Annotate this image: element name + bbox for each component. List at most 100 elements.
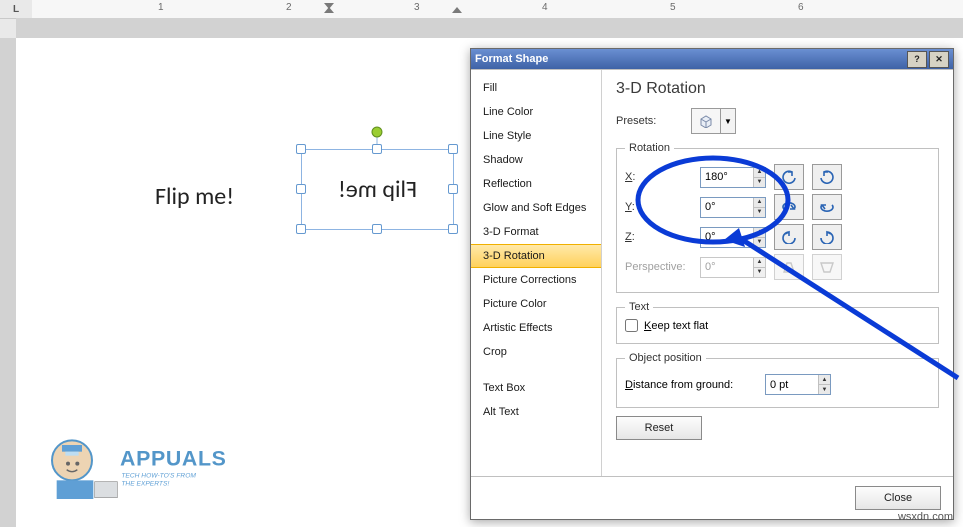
format-shape-dialog: Format Shape ? ✕ FillLine ColorLine Styl… [470,48,954,520]
resize-handle-ne[interactable] [448,144,458,154]
nav-item-artistic-effects[interactable]: Artistic Effects [471,316,601,340]
spinner-up[interactable]: ▲ [754,198,765,208]
rotation-y-input[interactable] [701,198,753,217]
distance-spinner[interactable]: ▲▼ [765,374,831,395]
rotate-x-right-button[interactable] [812,164,842,190]
indent-marker-right[interactable] [452,7,462,13]
resize-handle-sw[interactable] [296,224,306,234]
perspective-input [701,258,753,277]
source-note: wsxdn.com [898,511,953,523]
object-position-legend: Object position [625,352,706,364]
spinner-down[interactable]: ▼ [754,178,765,187]
object-position-group: Object position Distance from ground: ▲▼ [616,352,939,408]
nav-item-text-box[interactable]: Text Box [471,376,601,400]
spinner-up[interactable]: ▲ [754,168,765,178]
ruler-tick-label: 3 [414,2,420,13]
rotate-right-icon [819,170,835,184]
rotation-panel: 3-D Rotation Presets: ▼ Rotation X: [602,70,953,476]
rotate-z-ccw-button[interactable] [774,224,804,250]
nav-item-shadow[interactable]: Shadow [471,148,601,172]
vertical-gutter [0,38,16,527]
rotate-down-icon [819,200,835,214]
nav-item-fill[interactable]: Fill [471,76,601,100]
rotation-y-spinner[interactable]: ▲▼ [700,197,766,218]
perspective-label: Perspective: [625,261,700,273]
spinner-down[interactable]: ▼ [819,385,830,394]
reset-button[interactable]: Reset [616,416,702,440]
dialog-title: Format Shape [475,53,548,65]
perspective-wide-icon [819,260,835,274]
cube-icon [698,114,714,128]
rotation-handle[interactable] [372,127,383,138]
rotate-z-cw-button[interactable] [812,224,842,250]
spinner-down[interactable]: ▼ [754,208,765,217]
ruler-tick-label: 6 [798,2,804,13]
distance-label: Distance from ground: [625,379,765,391]
vertical-ruler-stub[interactable] [0,18,17,39]
ruler-tick-label: 4 [542,2,548,13]
nav-item-line-style[interactable]: Line Style [471,124,601,148]
resize-handle-s[interactable] [372,224,382,234]
perspective-wide-button [812,254,842,280]
resize-handle-nw[interactable] [296,144,306,154]
resize-handle-n[interactable] [372,144,382,154]
rotation-x-label: X: [625,171,700,183]
text-legend: Text [625,301,653,313]
indent-marker-left[interactable] [324,7,334,13]
rotation-group: Rotation X: ▲▼ Y: [616,142,939,293]
nav-item-glow-and-soft-edges[interactable]: Glow and Soft Edges [471,196,601,220]
dialog-nav: FillLine ColorLine StyleShadowReflection… [471,70,602,476]
text-group: Text Keep text flat [616,301,939,344]
textbox-shape[interactable]: Flip me! [301,149,454,230]
presets-label: Presets: [616,115,691,127]
nav-item-picture-color[interactable]: Picture Color [471,292,601,316]
rotation-z-spinner[interactable]: ▲▼ [700,227,766,248]
spinner-up[interactable]: ▲ [819,375,830,385]
nav-item-picture-corrections[interactable]: Picture Corrections [471,268,601,292]
rotation-legend: Rotation [625,142,674,154]
page-top-margin-shade [16,18,963,38]
rotate-left-icon [781,170,797,184]
textbox-content[interactable]: Flip me! [338,175,417,204]
dialog-titlebar[interactable]: Format Shape ? ✕ [471,49,953,69]
ruler-tick-label: 5 [670,2,676,13]
keep-text-flat-input[interactable] [625,319,638,332]
ruler-tick-label: 1 [158,2,164,13]
horizontal-ruler[interactable]: 1 2 3 4 5 6 [32,0,963,19]
ruler-tick-label: 2 [286,2,292,13]
nav-item-line-color[interactable]: Line Color [471,100,601,124]
rotation-z-input[interactable] [701,228,753,247]
rotation-x-input[interactable] [701,168,753,187]
rotation-z-label: Z: [625,231,700,243]
resize-handle-se[interactable] [448,224,458,234]
rotation-x-spinner[interactable]: ▲▼ [700,167,766,188]
nav-item-3-d-format[interactable]: 3-D Format [471,220,601,244]
distance-input[interactable] [766,375,818,394]
ruler-tab-corner[interactable]: L [0,0,33,19]
keep-text-flat-label: Keep text flat [644,320,708,332]
perspective-narrow-button [774,254,804,280]
nav-item-crop[interactable]: Crop [471,340,601,364]
presets-button[interactable] [691,108,721,134]
rotate-up-icon [781,200,797,214]
panel-title: 3-D Rotation [616,80,939,98]
rotate-y-up-button[interactable] [774,194,804,220]
keep-text-flat-checkbox[interactable]: Keep text flat [625,319,708,332]
spinner-down[interactable]: ▼ [754,238,765,247]
resize-handle-e[interactable] [448,184,458,194]
dialog-close-button[interactable]: ✕ [929,51,949,68]
document-text[interactable]: Flip me! [155,182,234,211]
resize-handle-w[interactable] [296,184,306,194]
nav-item-alt-text[interactable]: Alt Text [471,400,601,424]
dialog-body: FillLine ColorLine StyleShadowReflection… [471,69,953,476]
nav-item-3-d-rotation[interactable]: 3-D Rotation [471,244,601,268]
close-button[interactable]: Close [855,486,941,510]
perspective-spinner: ▲▼ [700,257,766,278]
spinner-up[interactable]: ▲ [754,228,765,238]
presets-dropdown[interactable]: ▼ [721,108,736,134]
rotation-y-label: Y: [625,201,700,213]
dialog-help-button[interactable]: ? [907,51,927,68]
rotate-x-left-button[interactable] [774,164,804,190]
rotate-y-down-button[interactable] [812,194,842,220]
nav-item-reflection[interactable]: Reflection [471,172,601,196]
